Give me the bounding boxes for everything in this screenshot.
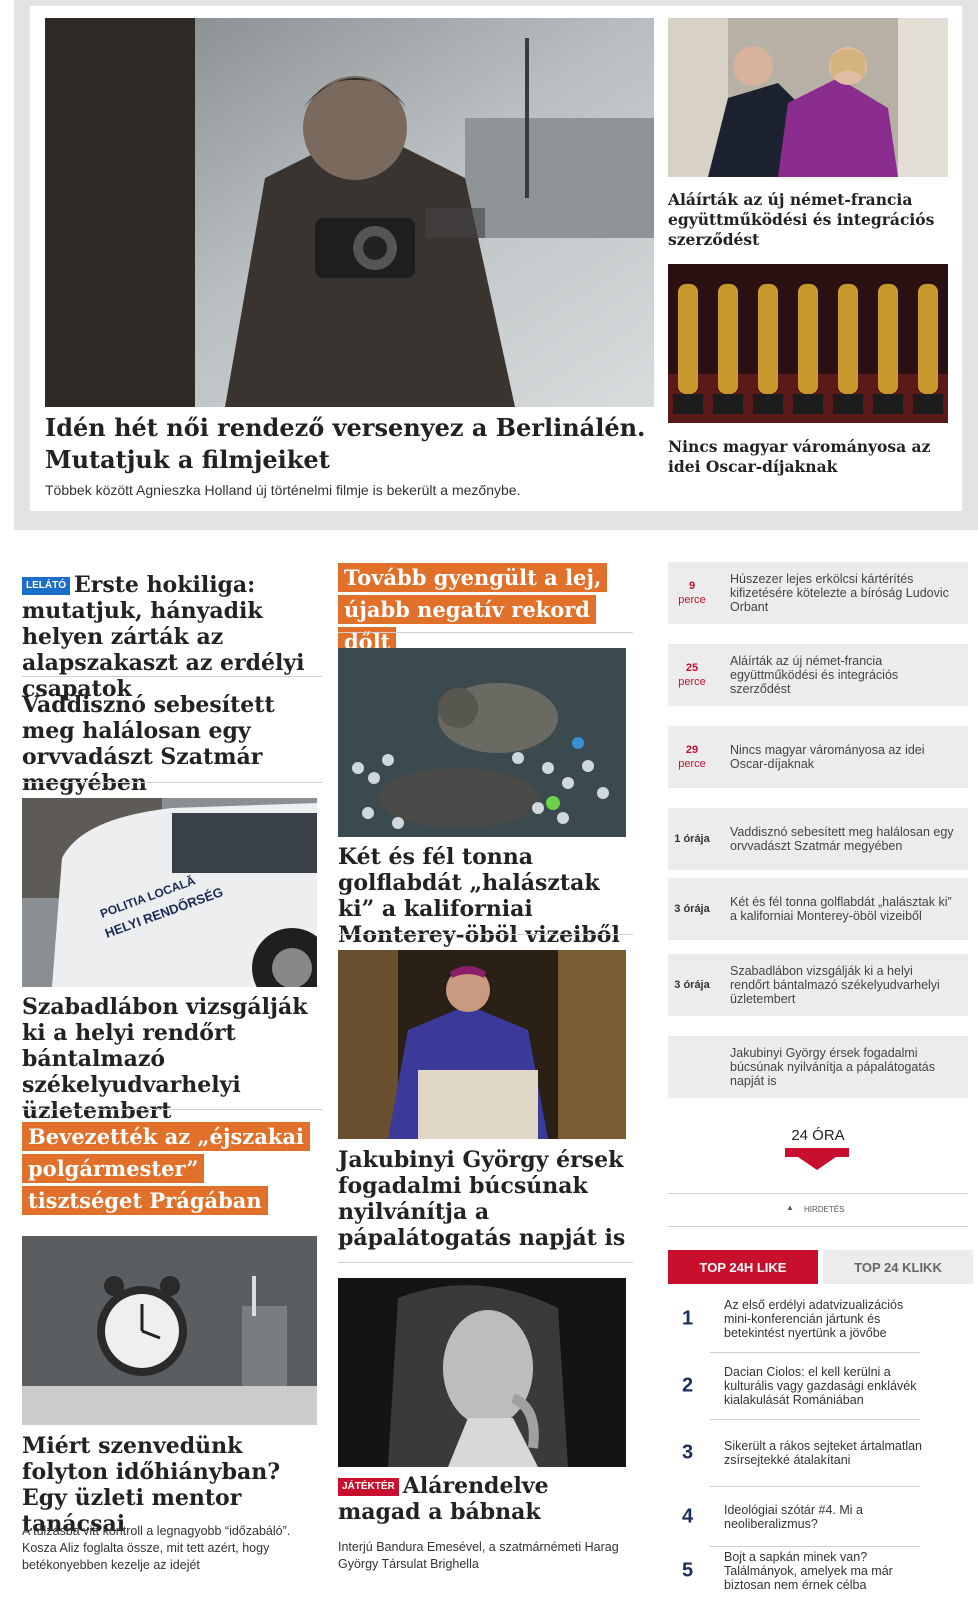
article-title[interactable]: LELÁTÓ Erste hokiliga: mutatjuk, hányadik… — [22, 572, 322, 702]
latest-time: 29 perce — [668, 726, 716, 788]
latest-time-number: 9 — [688, 580, 696, 592]
archbishop-photo[interactable] — [338, 950, 626, 1139]
highlighted-title-text[interactable]: Tovább gyengült a lej, újabb negatív rek… — [338, 563, 608, 656]
divider — [668, 1226, 968, 1227]
top-rank: 2 — [682, 1374, 694, 1397]
latest-text[interactable]: Vaddisznó sebesített meg halálosan egy o… — [730, 825, 955, 853]
ad-label: HIRDETÉS — [804, 1205, 845, 1214]
alarm-clock-photo[interactable] — [22, 1236, 317, 1425]
arrow-down-icon[interactable] — [785, 1148, 849, 1157]
top-text[interactable]: Ideológiai szótár #4. Mi a neoliberalizm… — [724, 1503, 924, 1531]
section-badge[interactable]: LELÁTÓ — [22, 577, 70, 595]
highlighted-title-text[interactable]: Bevezették az „éjszakai polgármester” ti… — [22, 1122, 310, 1215]
article-title[interactable]: Miért szenvedünk folyton időhiányban? Eg… — [22, 1433, 322, 1537]
top-list-item[interactable]: 5 Bojt a sapkán minek van? Találmányok, … — [668, 1547, 968, 1598]
hero-photo[interactable] — [45, 18, 654, 407]
police-car-photo[interactable]: POLITIA LOCALĂ HELYI RENDŐRSÉG — [22, 798, 317, 987]
divider — [338, 1262, 633, 1263]
latest-time — [668, 1036, 716, 1098]
latest-item[interactable]: 9 perce Húszezer lejes erkölcsi kártérít… — [668, 562, 968, 624]
divider — [338, 934, 633, 935]
tab-top-24h-like[interactable]: TOP 24H LIKE — [668, 1250, 818, 1284]
highlighted-article-title[interactable]: Bevezették az „éjszakai polgármester” ti… — [22, 1122, 312, 1218]
top-tabs: TOP 24H LIKE TOP 24 KLIKK — [668, 1250, 973, 1284]
latest-time-unit: perce — [678, 594, 706, 606]
hero-title[interactable]: Idén hét női rendező versenyez a Berliná… — [45, 412, 654, 476]
article-title[interactable]: Szabadlábon vizsgálják ki a helyi rendőr… — [22, 994, 322, 1124]
latest-text[interactable]: Aláírták az új német-francia együttműköd… — [730, 654, 955, 696]
article-title[interactable]: Jakubinyi György érsek fogadalmi búcsúna… — [338, 1147, 633, 1251]
divider — [22, 676, 322, 677]
latest-time-number: 29 — [685, 744, 699, 756]
top-text[interactable]: Dacian Ciolos: el kell kerülni a kulturá… — [724, 1365, 924, 1407]
triangle-up-icon: ▲ — [786, 1203, 794, 1212]
article-lead: A túlzásba vitt kontroll a legnagyobb “i… — [22, 1524, 291, 1572]
divider — [668, 1193, 968, 1194]
latest-item[interactable]: 3 órája Szabadlábon vizsgálják ki a hely… — [668, 954, 968, 1016]
latest-item[interactable]: 29 perce Nincs magyar várományosa az ide… — [668, 726, 968, 788]
latest-item[interactable]: 3 órája Két és fél tonna golflabdát „hal… — [668, 878, 968, 940]
article-title[interactable]: Vaddisznó sebesített meg halálosan egy o… — [22, 692, 322, 796]
section-badge[interactable]: JÁTÉKTÉR — [338, 1478, 399, 1496]
top-text[interactable]: Bojt a sapkán minek van? Találmányok, am… — [724, 1550, 924, 1592]
article-title[interactable]: JÁTÉKTÉR Alárendelve magad a bábnak — [338, 1473, 633, 1525]
tab-top-24-klikk[interactable]: TOP 24 KLIKK — [823, 1250, 973, 1284]
oscar-statues-photo[interactable] — [668, 264, 948, 423]
latest-text[interactable]: Szabadlábon vizsgálják ki a helyi rendőr… — [730, 964, 955, 1006]
latest-text[interactable]: Húszezer lejes erkölcsi kártérítés kifiz… — [730, 572, 955, 614]
latest-time: 3 órája — [674, 903, 710, 915]
hero-subtitle: Többek között Agnieszka Holland új törté… — [45, 482, 521, 498]
highlighted-article-title[interactable]: Tovább gyengült a lej, újabb negatív rek… — [338, 563, 633, 659]
latest-time: 9 perce — [668, 562, 716, 624]
article-lead: Interjú Bandura Emesével, a szatmárnémet… — [338, 1540, 619, 1571]
top-rank: 5 — [682, 1559, 694, 1582]
latest-time: 1 órája — [674, 833, 710, 845]
latest-time-unit: perce — [678, 676, 706, 688]
side-story-title[interactable]: Aláírták az új német-francia együttműköd… — [668, 190, 948, 250]
divider — [22, 782, 322, 783]
top-rank: 1 — [682, 1307, 694, 1330]
latest-time-unit: perce — [678, 758, 706, 770]
latest-text[interactable]: Nincs magyar várományosa az idei Oscar-d… — [730, 743, 955, 771]
divider — [338, 632, 633, 633]
top-text[interactable]: Az első erdélyi adatvizualizációs mini-k… — [724, 1298, 924, 1340]
top-text[interactable]: Sikerült a rákos sejteket ártalmatlan zs… — [724, 1439, 924, 1467]
top-list-item[interactable]: 4 Ideológiai szótár #4. Mi a neoliberali… — [668, 1487, 968, 1547]
top-rank: 3 — [682, 1441, 694, 1464]
latest-item[interactable]: 25 perce Aláírták az új német-francia eg… — [668, 644, 968, 706]
side-story-photo[interactable] — [668, 18, 948, 177]
side-story-title[interactable]: Nincs magyar várományosa az idei Oscar-d… — [668, 437, 948, 477]
top-list-item[interactable]: 3 Sikerült a rákos sejteket ártalmatlan … — [668, 1420, 968, 1486]
top-list-item[interactable]: 1 Az első erdélyi adatvizualizációs mini… — [668, 1286, 968, 1352]
top-rank: 4 — [682, 1505, 694, 1528]
latest-text[interactable]: Jakubinyi György érsek fogadalmi búcsúna… — [730, 1046, 955, 1088]
portrait-photo[interactable] — [338, 1278, 626, 1467]
more-24h-link[interactable]: 24 ÓRA — [668, 1127, 968, 1144]
latest-text[interactable]: Két és fél tonna golflabdát „halásztak k… — [730, 895, 955, 923]
latest-time: 25 perce — [668, 644, 716, 706]
latest-item[interactable]: Jakubinyi György érsek fogadalmi búcsúna… — [668, 1036, 968, 1098]
latest-time: 3 órája — [674, 979, 710, 991]
golf-balls-photo[interactable] — [338, 648, 626, 837]
latest-item[interactable]: 1 órája Vaddisznó sebesített meg halálos… — [668, 808, 968, 870]
article-title[interactable]: Két és fél tonna golflabdát „halásztak k… — [338, 844, 633, 948]
latest-time-number: 25 — [685, 662, 699, 674]
top-list-item[interactable]: 2 Dacian Ciolos: el kell kerülni a kultu… — [668, 1353, 968, 1419]
divider — [22, 1109, 322, 1110]
